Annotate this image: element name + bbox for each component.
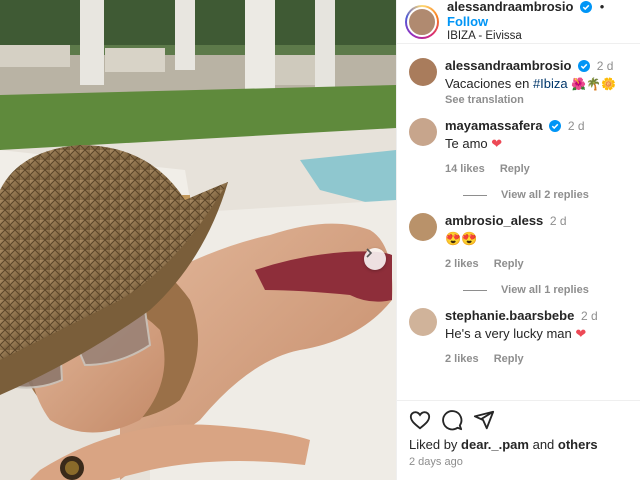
- action-bar: [409, 409, 628, 431]
- share-icon: [473, 410, 495, 430]
- comment-likes[interactable]: 2 likes: [445, 258, 479, 270]
- caption-time: 2 d: [596, 59, 614, 73]
- post-footer: Liked by dear._.pam and others 2 days ag…: [397, 400, 640, 480]
- share-button[interactable]: [473, 409, 495, 431]
- comment-emoji: ❤: [575, 326, 587, 341]
- post-location[interactable]: IBIZA - Eivissa: [447, 29, 632, 44]
- reply-button[interactable]: Reply: [494, 353, 524, 365]
- liked-others[interactable]: others: [558, 437, 598, 452]
- liked-and: and: [528, 437, 558, 452]
- comment-time: 2 d: [549, 214, 567, 228]
- separator-dot: •: [599, 0, 605, 14]
- liked-by: Liked by dear._.pam and others: [409, 437, 628, 452]
- next-image-button[interactable]: [364, 248, 386, 270]
- verified-badge-icon: [580, 1, 593, 13]
- comment-text: Te amo: [445, 136, 488, 151]
- comment-item: mayamassafera 2 d Te amo ❤ 14 likes Repl: [409, 118, 630, 175]
- heart-icon: [409, 411, 431, 430]
- caption-text: Vacaciones en: [445, 76, 533, 91]
- commenter-avatar[interactable]: [409, 118, 437, 146]
- comment-emoji: ❤: [491, 136, 503, 151]
- comment-button[interactable]: [441, 409, 463, 431]
- view-replies-label: View all 1 replies: [501, 284, 589, 296]
- post-date[interactable]: 2 days ago: [409, 456, 628, 468]
- like-button[interactable]: [409, 409, 431, 431]
- comment-time: 2 d: [580, 309, 598, 323]
- caption: alessandraambrosio 2 d Vacaciones en #Ib…: [409, 58, 630, 106]
- verified-badge-icon: [578, 60, 591, 72]
- liked-prefix: Liked by: [409, 437, 462, 452]
- comments-list: alessandraambrosio 2 d Vacaciones en #Ib…: [397, 44, 640, 400]
- caption-username[interactable]: alessandraambrosio: [445, 58, 571, 73]
- post-side-panel: alessandraambrosio • Follow IBIZA - Eivi…: [396, 0, 640, 480]
- post-header: alessandraambrosio • Follow IBIZA - Eivi…: [397, 0, 640, 44]
- view-replies-button[interactable]: View all 2 replies: [463, 189, 630, 201]
- view-replies-label: View all 2 replies: [501, 189, 589, 201]
- author-username[interactable]: alessandraambrosio: [447, 0, 573, 14]
- commenter-avatar[interactable]: [409, 213, 437, 241]
- follow-button[interactable]: Follow: [447, 14, 488, 29]
- comment-item: stephanie.baarsbebe 2 d He's a very luck…: [409, 308, 630, 365]
- comment-emoji: 😍😍: [445, 231, 478, 246]
- reply-button[interactable]: Reply: [494, 258, 524, 270]
- caption-avatar[interactable]: [409, 58, 437, 86]
- view-replies-button[interactable]: View all 1 replies: [463, 284, 630, 296]
- comment-username[interactable]: stephanie.baarsbebe: [445, 308, 574, 323]
- commenter-avatar[interactable]: [409, 308, 437, 336]
- post-image: [0, 0, 396, 480]
- comment-text: He's a very lucky man: [445, 326, 572, 341]
- comment-item: ambrosio_aless 2 d 😍😍 2 likes Reply: [409, 213, 630, 270]
- comment-icon: [442, 410, 463, 431]
- comment-likes[interactable]: 14 likes: [445, 163, 485, 175]
- comment-likes[interactable]: 2 likes: [445, 353, 479, 365]
- reply-button[interactable]: Reply: [500, 163, 530, 175]
- liked-user[interactable]: dear._.pam: [461, 437, 529, 452]
- author-avatar[interactable]: [405, 4, 439, 39]
- verified-badge-icon: [549, 120, 562, 132]
- comment-username[interactable]: mayamassafera: [445, 118, 543, 133]
- hashtag-link[interactable]: #Ibiza: [533, 76, 568, 91]
- see-translation-link[interactable]: See translation: [445, 94, 630, 106]
- comment-time: 2 d: [567, 119, 585, 133]
- chevron-right-icon: [366, 248, 373, 258]
- comment-username[interactable]: ambrosio_aless: [445, 213, 543, 228]
- caption-emojis: 🌺🌴🌼: [571, 77, 617, 91]
- post-photo[interactable]: [0, 0, 396, 480]
